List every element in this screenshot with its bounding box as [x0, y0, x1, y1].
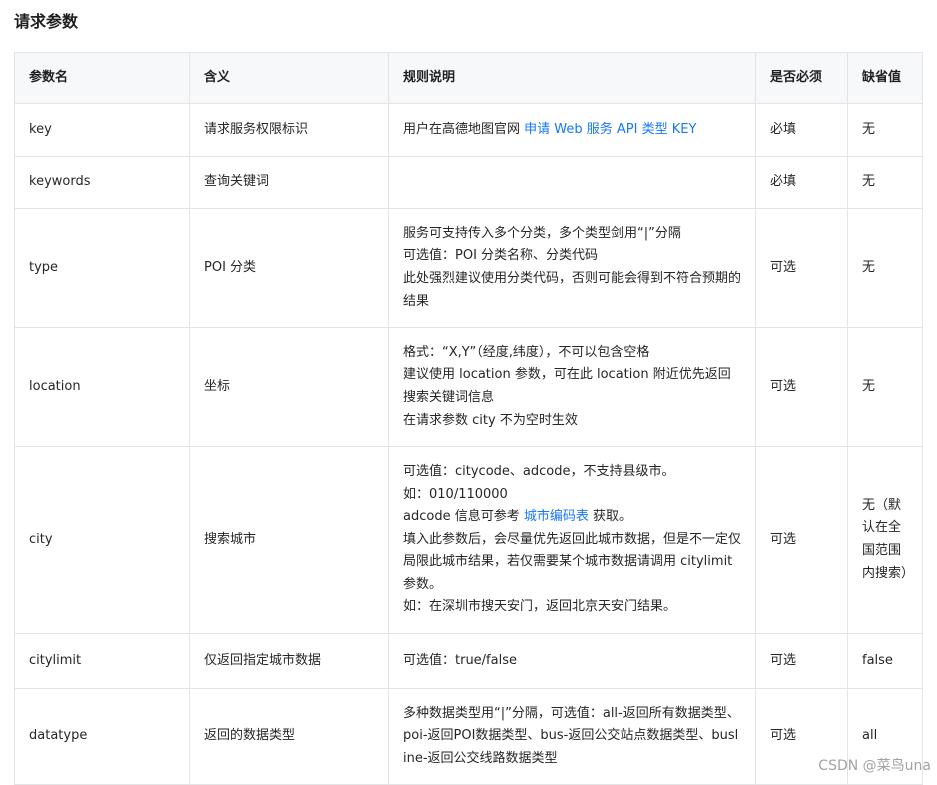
param-rule: 多种数据类型用“|”分隔，可选值：all-返回所有数据类型、poi-返回POI数…	[388, 688, 756, 785]
param-name: citylimit	[14, 633, 190, 689]
rule-line: 如：在深圳市搜天安门，返回北京天安门结果。	[403, 599, 677, 615]
header-rule: 规则说明	[388, 52, 756, 104]
param-required: 必填	[755, 103, 848, 157]
param-default: false	[847, 633, 923, 689]
param-required: 可选	[755, 446, 848, 634]
rule-text: 获取。	[588, 509, 632, 525]
param-name: location	[14, 327, 190, 447]
param-meaning: 搜索城市	[189, 446, 389, 634]
table-row: citylimit 仅返回指定城市数据 可选值：true/false 可选 fa…	[14, 633, 923, 689]
table-row: city 搜索城市 可选值：citycode、adcode，不支持县级市。 如：…	[14, 446, 923, 634]
city-code-table-link[interactable]: 城市编码表	[524, 509, 589, 524]
param-name: datatype	[14, 688, 190, 785]
rule-line: 此处强烈建议使用分类代码，否则可能会得到不符合预期的结果	[403, 271, 742, 309]
param-name: keywords	[14, 156, 190, 209]
param-meaning: 仅返回指定城市数据	[189, 633, 389, 689]
param-required: 可选	[755, 327, 848, 447]
rule-line: 填入此参数后，会尽量优先返回此城市数据，但是不一定仅局限此城市结果，若仅需要某个…	[403, 531, 742, 592]
rule-line: 服务可支持传入多个分类，多个类型剑用“|”分隔	[403, 225, 681, 241]
apply-key-link[interactable]: 申请 Web 服务 API 类型 KEY	[524, 122, 696, 137]
param-default: 无	[847, 103, 923, 157]
rule-text: adcode 信息可参考	[403, 509, 524, 525]
table-row: datatype 返回的数据类型 多种数据类型用“|”分隔，可选值：all-返回…	[14, 688, 923, 785]
rule-line: 格式：“X,Y”（经度,纬度），不可以包含空格	[403, 344, 650, 360]
param-meaning: 坐标	[189, 327, 389, 447]
param-rule: 用户在高德地图官网 申请 Web 服务 API 类型 KEY	[388, 103, 756, 157]
watermark: CSDN @菜鸟una	[818, 758, 931, 774]
rule-line: 在请求参数 city 不为空时生效	[403, 412, 578, 428]
header-required: 是否必须	[755, 52, 848, 104]
param-meaning: 返回的数据类型	[189, 688, 389, 785]
param-name: key	[14, 103, 190, 157]
header-default: 缺省值	[847, 52, 923, 104]
rule-line-ref: adcode 信息可参考 城市编码表 获取。	[403, 506, 741, 529]
param-rule: 可选值：citycode、adcode，不支持县级市。 如：010/110000…	[388, 446, 756, 634]
param-default: 无	[847, 208, 923, 328]
page-title: 请求参数	[14, 12, 79, 31]
param-name: type	[14, 208, 190, 328]
header-param-name: 参数名	[14, 52, 190, 104]
rule-line: 可选值：citycode、adcode，不支持县级市。	[403, 463, 675, 479]
rule-line: 可选值：POI 分类名称、分类代码	[403, 248, 599, 264]
param-rule	[388, 156, 756, 209]
request-params-table: 参数名 含义 规则说明 是否必须 缺省值 key 请求服务权限标识 用户在高德地…	[14, 52, 923, 785]
param-required: 可选	[755, 633, 848, 689]
rule-text: 用户在高德地图官网	[403, 121, 525, 137]
param-rule: 服务可支持传入多个分类，多个类型剑用“|”分隔 可选值：POI 分类名称、分类代…	[388, 208, 756, 328]
param-meaning: 请求服务权限标识	[189, 103, 389, 157]
param-default: 无（默认在全国范围内搜索）	[847, 446, 923, 634]
table-row: keywords 查询关键词 必填 无	[14, 156, 923, 209]
param-meaning: POI 分类	[189, 208, 389, 328]
param-required: 必填	[755, 156, 848, 209]
param-required: 可选	[755, 208, 848, 328]
param-rule: 格式：“X,Y”（经度,纬度），不可以包含空格 建议使用 location 参数…	[388, 327, 756, 447]
header-meaning: 含义	[189, 52, 389, 104]
param-default: 无	[847, 156, 923, 209]
param-meaning: 查询关键词	[189, 156, 389, 209]
table-row: location 坐标 格式：“X,Y”（经度,纬度），不可以包含空格 建议使用…	[14, 327, 923, 447]
table-row: type POI 分类 服务可支持传入多个分类，多个类型剑用“|”分隔 可选值：…	[14, 208, 923, 328]
table-row: key 请求服务权限标识 用户在高德地图官网 申请 Web 服务 API 类型 …	[14, 103, 923, 157]
param-default: 无	[847, 327, 923, 447]
rule-line: 建议使用 location 参数，可在此 location 附近优先返回搜索关键…	[403, 367, 731, 405]
table-header-row: 参数名 含义 规则说明 是否必须 缺省值	[14, 52, 923, 104]
param-name: city	[14, 446, 190, 634]
rule-line: 如：010/110000	[403, 486, 508, 502]
param-rule: 可选值：true/false	[388, 633, 756, 689]
